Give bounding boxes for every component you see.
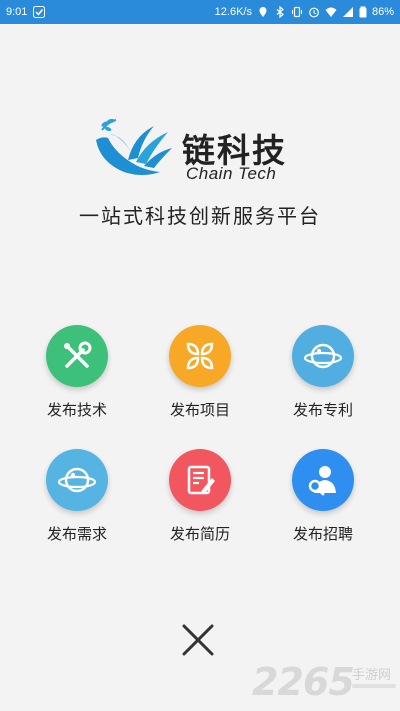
publish-resume-button[interactable]: 发布简历: [145, 449, 255, 544]
publish-recruit-label: 发布招聘: [292, 526, 353, 543]
publish-demand-button[interactable]: 发布需求: [22, 449, 132, 544]
planet-icon: [46, 449, 108, 511]
publish-demand-label: 发布需求: [46, 526, 107, 543]
publish-project-label: 发布项目: [169, 402, 230, 419]
close-icon[interactable]: [178, 620, 218, 660]
bird-logo-icon: [96, 118, 172, 175]
publish-resume-label: 发布简历: [169, 526, 230, 543]
slogan: 一站式科技创新服务平台: [79, 204, 321, 228]
publish-project-button[interactable]: 发布项目: [145, 325, 255, 420]
app-notification-icon: [33, 6, 46, 18]
signal-icon: [342, 7, 353, 17]
publish-tech-button[interactable]: 发布技术: [22, 325, 132, 420]
bluetooth-icon: [276, 6, 284, 18]
planet-icon: [292, 325, 354, 387]
wifi-icon: [325, 7, 337, 17]
vibrate-icon: [291, 6, 302, 18]
brand-name-en: Chain Tech: [186, 164, 277, 183]
recruit-icon: [292, 449, 354, 511]
network-speed: 12.6K/s: [214, 6, 252, 18]
battery-level: 86%: [371, 6, 394, 18]
alarm-icon: [309, 7, 319, 18]
brand-logo: 链科技 Chain Tech: [94, 118, 294, 184]
location-icon: [259, 7, 267, 17]
status-time: 9:01: [6, 6, 28, 18]
publish-tech-label: 发布技术: [46, 402, 107, 419]
resume-icon: [169, 449, 231, 511]
publish-patent-label: 发布专利: [292, 402, 353, 419]
watermark-logo: 2265 手游网: [252, 660, 400, 706]
grid-icon: [169, 325, 231, 387]
battery-icon: [359, 6, 367, 18]
watermark-underline: [352, 684, 396, 688]
publish-patent-button[interactable]: 发布专利: [268, 325, 378, 420]
publish-recruit-button[interactable]: 发布招聘: [268, 449, 378, 544]
watermark-site: 手游网: [352, 668, 392, 683]
watermark-number: 2265: [252, 660, 355, 704]
status-bar: 9:01 12.6K/s 86%: [0, 0, 400, 24]
tools-icon: [46, 325, 108, 387]
